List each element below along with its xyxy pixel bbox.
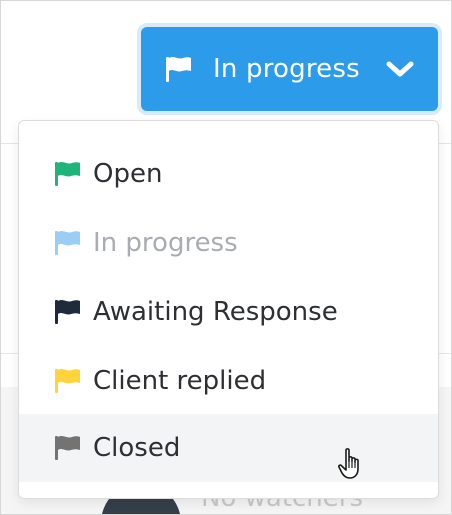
- flag-icon: [53, 298, 81, 326]
- status-button-label: In progress: [213, 54, 360, 84]
- chevron-down-icon: [386, 57, 414, 81]
- flag-icon: [163, 54, 193, 84]
- flag-icon: [53, 160, 81, 188]
- menu-item-label: Closed: [93, 433, 181, 463]
- menu-item-label: In progress: [93, 228, 238, 258]
- menu-item-label: Client replied: [93, 366, 267, 396]
- menu-item-awaiting-response[interactable]: Awaiting Response: [19, 278, 438, 346]
- menu-item-open[interactable]: Open: [19, 140, 438, 208]
- flag-icon: [53, 434, 81, 462]
- app-frame: No watchers In progress Open: [0, 0, 452, 515]
- menu-item-label: Awaiting Response: [93, 297, 338, 327]
- flag-icon: [53, 367, 81, 395]
- menu-item-client-replied[interactable]: Client replied: [19, 347, 438, 415]
- menu-item-label: Open: [93, 159, 163, 189]
- status-dropdown-menu: Open In progress Awaiting Response Clien…: [18, 120, 439, 499]
- menu-item-in-progress: In progress: [19, 209, 438, 277]
- menu-item-closed[interactable]: Closed: [19, 414, 438, 482]
- flag-icon: [53, 229, 81, 257]
- status-dropdown-button[interactable]: In progress: [141, 27, 438, 111]
